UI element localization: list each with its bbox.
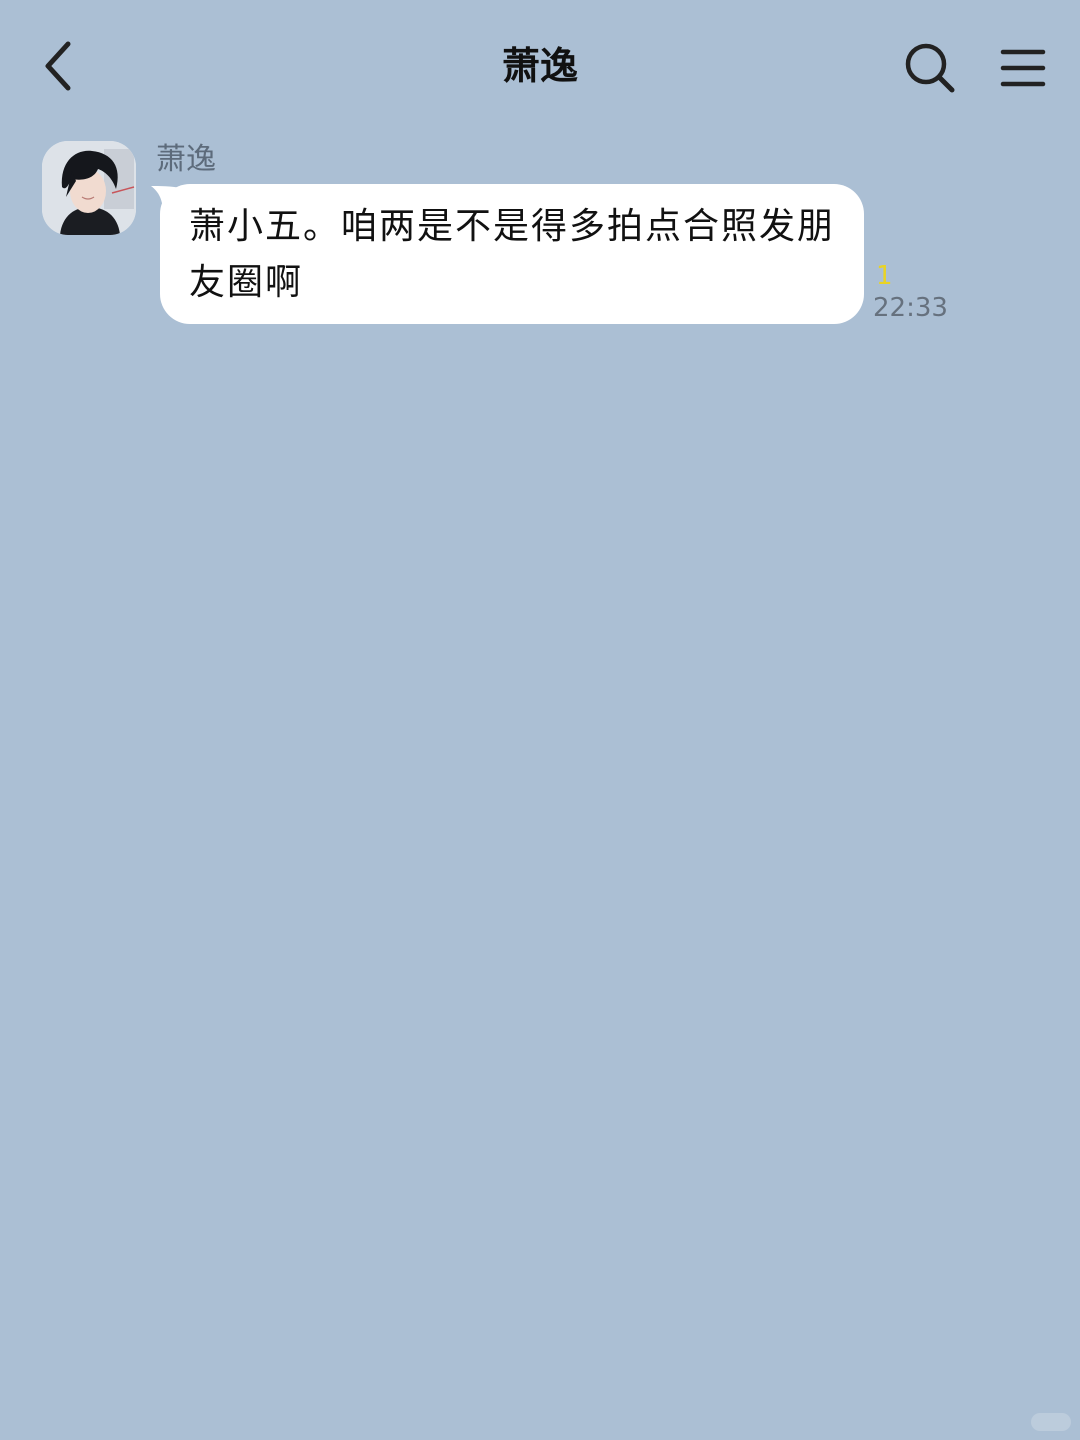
watermark-icon	[1031, 1413, 1071, 1431]
chat-header: 萧逸	[0, 0, 1080, 130]
chat-title: 萧逸	[501, 44, 578, 88]
message-bubble[interactable]: 萧小五。咱两是不是得多拍点合照发朋友圈啊	[151, 184, 864, 324]
bubble-tail	[151, 186, 181, 214]
back-button[interactable]	[30, 36, 86, 96]
avatar[interactable]	[42, 141, 136, 235]
menu-button[interactable]	[992, 38, 1054, 98]
message-row: 萧逸 萧小五。咱两是不是得多拍点合照发朋友圈啊 1 22:33	[0, 130, 1080, 350]
message-text: 萧小五。咱两是不是得多拍点合照发朋友圈啊	[189, 206, 836, 303]
avatar-image	[42, 141, 136, 235]
sender-name: 萧逸	[156, 142, 216, 177]
read-count: 1	[876, 261, 893, 291]
search-button[interactable]	[898, 38, 962, 98]
message-time: 22:33	[873, 293, 948, 323]
hamburger-menu-icon	[1000, 49, 1046, 87]
chevron-left-icon	[45, 41, 71, 91]
search-icon	[905, 43, 955, 93]
